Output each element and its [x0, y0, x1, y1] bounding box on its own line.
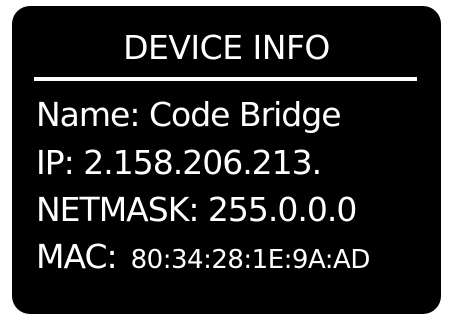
device-info-screen: DEVICE INFO Name: Code Bridge IP: 2.158.…: [12, 6, 441, 314]
netmask-line: NETMASK: 255.0.0.0: [36, 190, 357, 229]
title-divider: [34, 77, 417, 81]
mac-label: MAC:: [36, 237, 118, 276]
mac-value: 80:34:28:1E:9A:AD: [130, 245, 371, 275]
ip-address-line: IP: 2.158.206.213.: [36, 143, 322, 182]
mac-address-line: MAC: 80:34:28:1E:9A:AD: [36, 238, 370, 279]
device-name-line: Name: Code Bridge: [36, 95, 342, 134]
screen-title: DEVICE INFO: [123, 28, 330, 67]
